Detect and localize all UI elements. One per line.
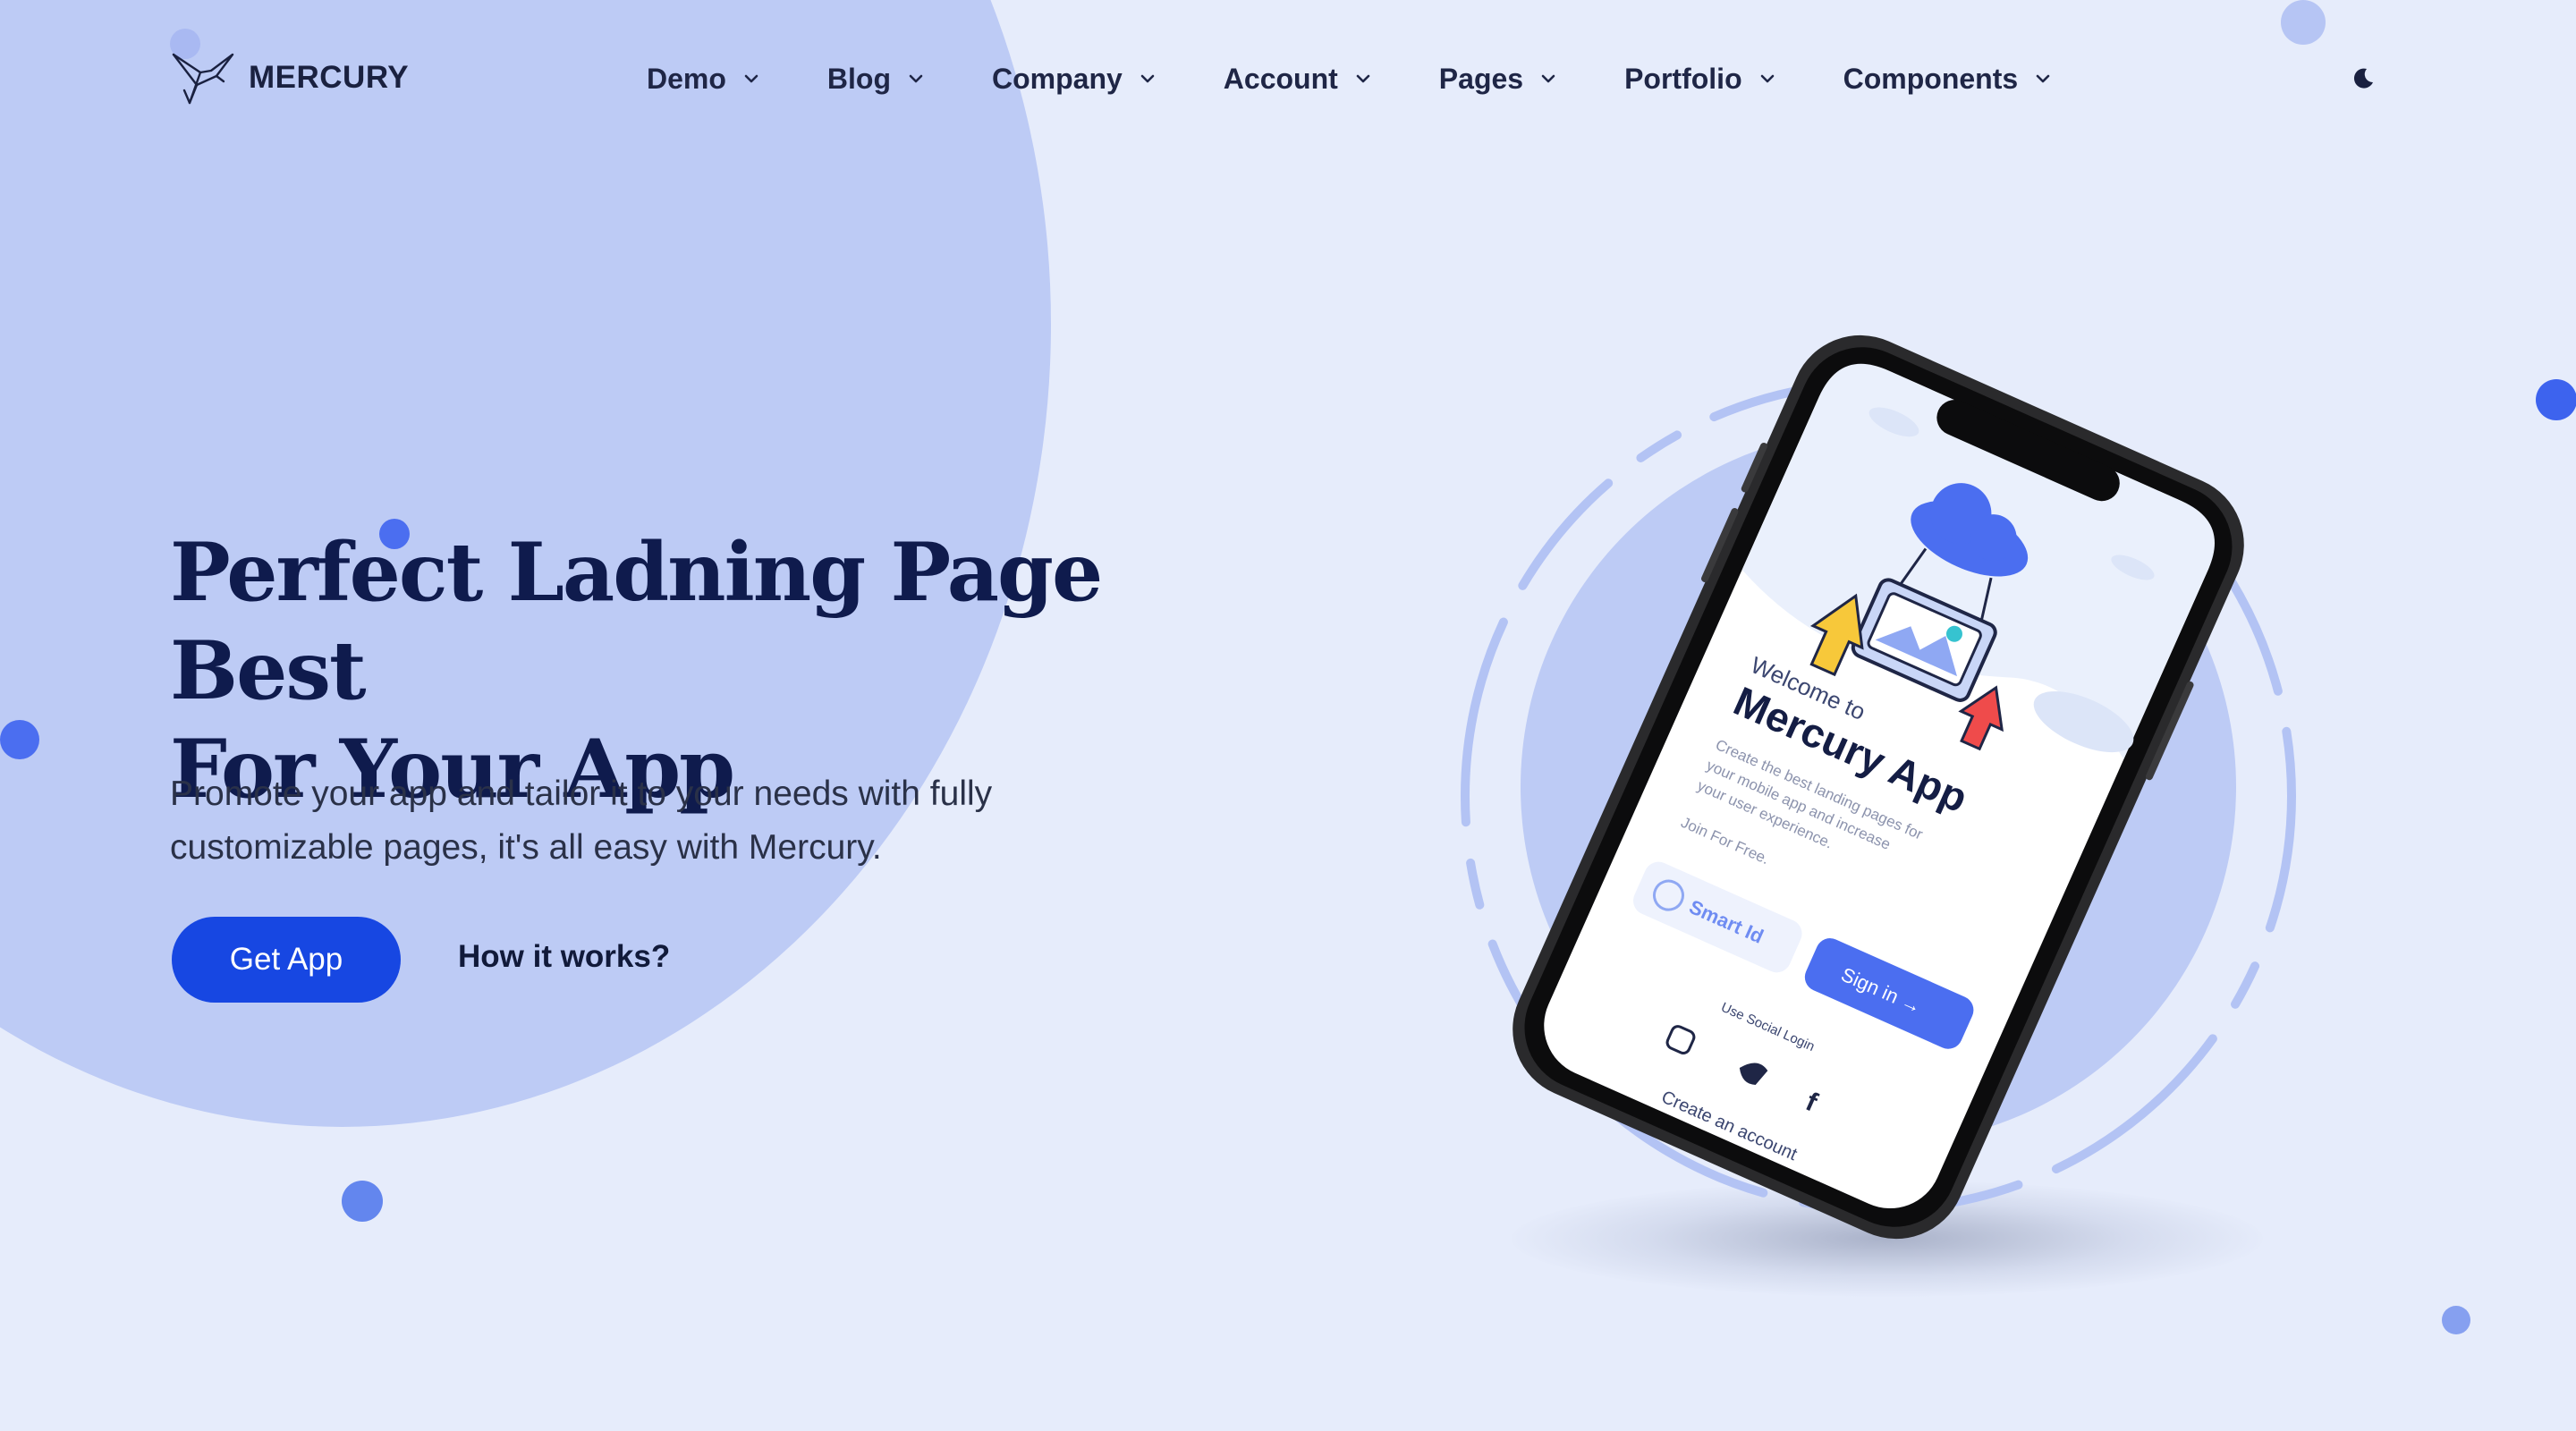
nav-item-label: Pages (1438, 62, 1524, 95)
decor-dot (2281, 0, 2326, 45)
brand-name: MERCURY (249, 60, 410, 95)
nav-item-account[interactable]: Account (1224, 63, 1370, 96)
nav-item-label: Portfolio (1624, 62, 1742, 95)
moon-icon[interactable] (2351, 66, 2376, 91)
chevron-down-icon (1356, 74, 1370, 83)
chevron-down-icon (1140, 74, 1155, 83)
chevron-down-icon (744, 74, 758, 83)
nav-item-label: Components (1843, 62, 2019, 95)
nav-item-label: Demo (647, 62, 726, 95)
chevron-down-icon (1541, 74, 1555, 83)
nav-item-pages[interactable]: Pages (1439, 63, 1555, 96)
decor-dot (2536, 379, 2576, 420)
decor-dot (342, 1181, 383, 1222)
hero-description: Promote your app and tailor it to your n… (170, 767, 1082, 875)
nav-item-company[interactable]: Company (992, 63, 1155, 96)
get-app-button[interactable]: Get App (172, 917, 401, 1003)
chevron-down-icon (1760, 74, 1774, 83)
how-it-works-link[interactable]: How it works? (458, 939, 670, 975)
bird-logo-icon (172, 53, 234, 105)
hero-title-line: Perfect Ladning Page Best (170, 525, 1103, 718)
hero-description-line: Promote your app and tailor it to your n… (170, 775, 993, 813)
nav-item-label: Blog (826, 62, 891, 95)
nav-item-portfolio[interactable]: Portfolio (1624, 63, 1775, 96)
chevron-down-icon (2036, 74, 2050, 83)
nav-item-blog[interactable]: Blog (827, 63, 923, 96)
nav-item-label: Company (992, 62, 1123, 95)
hero-description-line: customizable pages, it's all easy with M… (170, 828, 882, 867)
nav-item-demo[interactable]: Demo (647, 63, 758, 96)
main-nav: Demo Blog Company Account Pages Portfoli… (647, 55, 2050, 102)
landing-page: MERCURY Demo Blog Company Account Pages … (0, 0, 2576, 1431)
brand-logo[interactable]: MERCURY (170, 49, 409, 106)
decor-dot (0, 720, 39, 759)
phone-illustration: Welcome to Mercury App Create the best l… (1461, 334, 2296, 1240)
chevron-down-icon (909, 74, 923, 83)
decor-dot (2442, 1306, 2470, 1334)
nav-item-components[interactable]: Components (1843, 63, 2051, 96)
nav-item-label: Account (1223, 62, 1338, 95)
